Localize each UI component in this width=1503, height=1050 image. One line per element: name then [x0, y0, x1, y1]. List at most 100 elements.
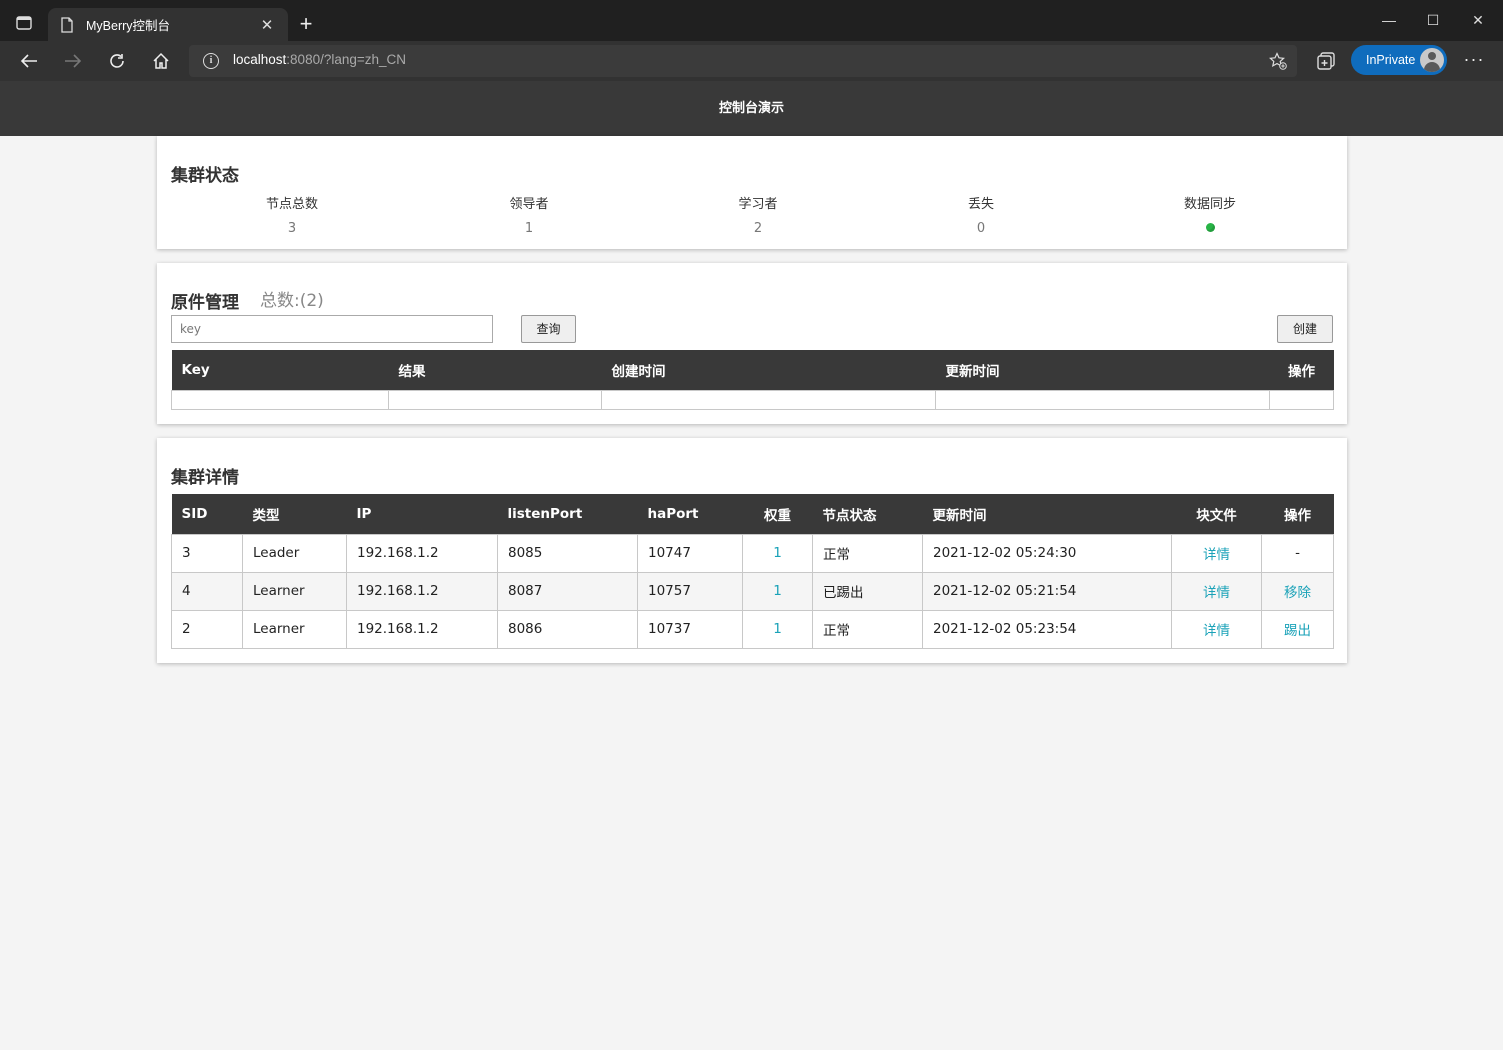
table-header-row: Key 结果 创建时间 更新时间 操作 — [171, 350, 1334, 390]
collections-icon[interactable] — [1315, 50, 1337, 72]
add-favorite-icon[interactable] — [1269, 52, 1287, 70]
cell-node-status: 已踢出 — [812, 571, 923, 611]
profile-avatar[interactable] — [1420, 48, 1444, 72]
stat-value: 2 — [753, 221, 763, 236]
new-tab-button[interactable]: + — [294, 13, 318, 37]
details-link[interactable]: 详情 — [1171, 571, 1262, 611]
page-title: 控制台演示 — [718, 101, 784, 116]
cell-listen-port: 8087 — [497, 571, 638, 611]
table-cell — [935, 389, 1270, 410]
home-icon[interactable] — [148, 49, 174, 73]
cluster-status-panel: 集群状态 节点总数 3 领导者 1 学习者 2 丢失 0 数据同步 — [157, 136, 1347, 249]
stat-lost: 丢失 0 — [921, 193, 1041, 236]
cell-ha-port: 10737 — [637, 609, 743, 649]
stat-label: 数据同步 — [1183, 197, 1236, 212]
url-host: localhost — [233, 52, 287, 67]
minimize-button[interactable]: — — [1377, 12, 1401, 28]
page-icon — [61, 16, 73, 33]
cluster-detail-panel: 集群详情 SID 类型 IP listenPort haPort 权重 节点状态… — [157, 438, 1347, 663]
browser-tab-bar: MyBerry控制台 ✕ + — ☐ ✕ — [0, 0, 1503, 41]
details-link[interactable]: 详情 — [1171, 609, 1262, 649]
col-header-ip: IP — [346, 494, 498, 534]
create-button[interactable]: 创建 — [1277, 315, 1333, 343]
cell-sid: 3 — [171, 533, 243, 573]
key-search-input[interactable] — [171, 315, 493, 343]
col-header-block-file: 块文件 — [1171, 494, 1262, 534]
cell-type: Learner — [242, 571, 347, 611]
stat-label: 学习者 — [738, 197, 778, 212]
stat-leaders: 领导者 1 — [469, 193, 589, 236]
table-row-empty — [171, 389, 1334, 410]
cluster-status-title: 集群状态 — [171, 166, 239, 186]
app-header: 控制台演示 — [0, 81, 1503, 136]
url-path: :8080/?lang=zh_CN — [286, 52, 407, 67]
cell-listen-port: 8086 — [497, 609, 638, 649]
col-header-updated: 更新时间 — [922, 494, 1172, 534]
more-menu-icon[interactable]: ··· — [1462, 49, 1486, 70]
remove-link[interactable]: 移除 — [1261, 571, 1334, 611]
cell-sid: 4 — [171, 571, 243, 611]
site-info-icon[interactable]: i — [203, 53, 219, 69]
stat-value: 3 — [287, 221, 297, 236]
maximize-button[interactable]: ☐ — [1421, 12, 1445, 29]
query-button[interactable]: 查询 — [521, 315, 576, 343]
col-header-node-status: 节点状态 — [812, 494, 923, 534]
tab-actions-icon[interactable] — [10, 11, 38, 35]
col-header-action: 操作 — [1261, 494, 1334, 534]
cell-sid: 2 — [171, 609, 243, 649]
cell-ip: 192.168.1.2 — [346, 609, 498, 649]
weight-link[interactable]: 1 — [742, 533, 813, 573]
stat-value — [1150, 221, 1270, 235]
table-row: 3 Leader 192.168.1.2 8085 10747 1 正常 202… — [171, 533, 1334, 573]
col-header-ha-port: haPort — [637, 494, 743, 534]
col-header-created: 创建时间 — [601, 350, 936, 390]
table-cell — [601, 389, 936, 410]
col-header-sid: SID — [171, 494, 243, 534]
cell-type: Learner — [242, 609, 347, 649]
cell-type: Leader — [242, 533, 347, 573]
back-icon[interactable] — [16, 49, 42, 73]
table-cell — [388, 389, 602, 410]
browser-tab[interactable]: MyBerry控制台 ✕ — [48, 8, 288, 41]
cell-ha-port: 10757 — [637, 571, 743, 611]
tab-close-icon[interactable]: ✕ — [258, 16, 276, 34]
stat-label: 节点总数 — [265, 197, 318, 212]
cluster-detail-title: 集群详情 — [171, 468, 239, 488]
cell-updated: 2021-12-02 05:24:30 — [922, 533, 1172, 573]
col-header-result: 结果 — [388, 350, 602, 390]
stat-learners: 学习者 2 — [698, 193, 818, 236]
col-header-listen-port: listenPort — [497, 494, 638, 534]
url-text[interactable]: localhost:8080/?lang=zh_CN — [233, 52, 406, 67]
table-cell — [1269, 389, 1334, 410]
cell-ip: 192.168.1.2 — [346, 533, 498, 573]
stat-label: 丢失 — [967, 197, 994, 212]
cell-action: - — [1261, 533, 1334, 573]
col-header-updated: 更新时间 — [935, 350, 1270, 390]
col-header-action: 操作 — [1269, 350, 1334, 390]
total-count: 总数:(2) — [260, 291, 324, 311]
inprivate-badge[interactable]: InPrivate — [1351, 45, 1447, 75]
browser-toolbar: i localhost:8080/?lang=zh_CN InPrivate ·… — [0, 41, 1503, 81]
inprivate-label: InPrivate — [1366, 53, 1416, 67]
cell-updated: 2021-12-02 05:23:54 — [922, 609, 1172, 649]
address-bar[interactable]: i localhost:8080/?lang=zh_CN — [189, 45, 1297, 77]
stat-value: 0 — [976, 221, 986, 236]
primitive-management-title: 原件管理 — [171, 293, 239, 313]
refresh-icon[interactable] — [104, 49, 130, 73]
forward-icon[interactable] — [60, 49, 86, 73]
details-link[interactable]: 详情 — [1171, 533, 1262, 573]
sync-status-icon — [1205, 223, 1215, 232]
primitive-management-panel: 原件管理 总数:(2) 查询 创建 Key 结果 创建时间 更新时间 操作 — [157, 263, 1347, 424]
cell-updated: 2021-12-02 05:21:54 — [922, 571, 1172, 611]
weight-link[interactable]: 1 — [742, 571, 813, 611]
table-row: 4 Learner 192.168.1.2 8087 10757 1 已踢出 2… — [171, 571, 1334, 611]
tab-title: MyBerry控制台 — [86, 19, 171, 33]
col-header-weight: 权重 — [742, 494, 813, 534]
weight-link[interactable]: 1 — [742, 609, 813, 649]
window-close-button[interactable]: ✕ — [1466, 12, 1490, 29]
table-cell — [171, 389, 389, 410]
table-row: 2 Learner 192.168.1.2 8086 10737 1 正常 20… — [171, 609, 1334, 649]
cell-node-status: 正常 — [812, 533, 923, 573]
kick-link[interactable]: 踢出 — [1261, 609, 1334, 649]
primitive-table: Key 结果 创建时间 更新时间 操作 — [171, 350, 1334, 410]
